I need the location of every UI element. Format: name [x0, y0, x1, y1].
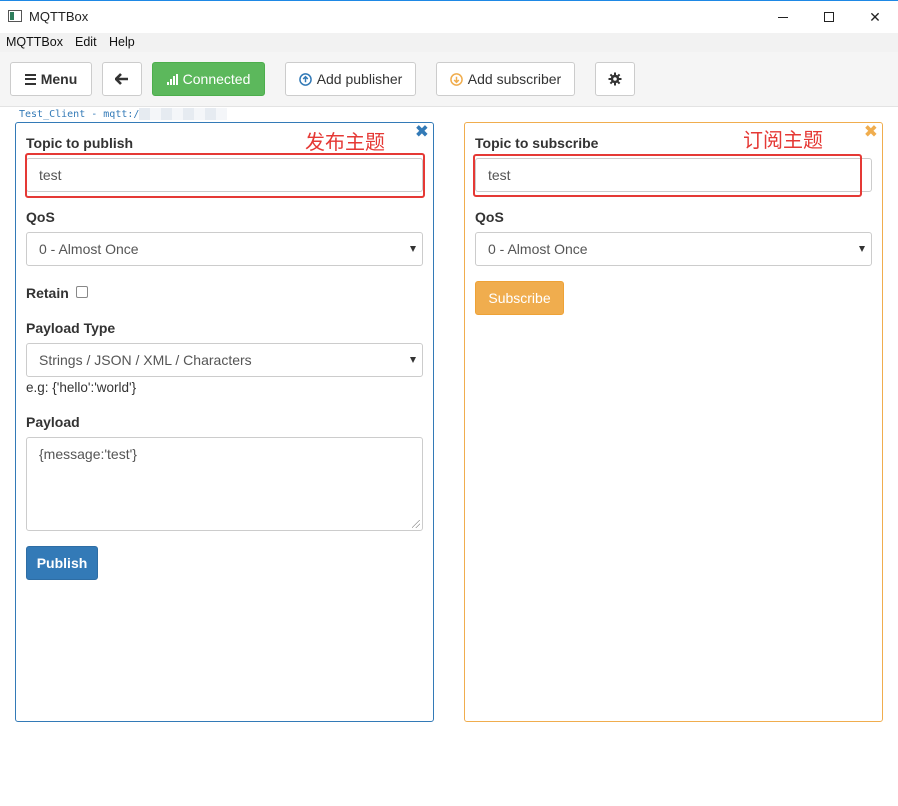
resize-grip-icon[interactable] — [412, 520, 420, 528]
add-subscriber-label: Add subscriber — [467, 71, 562, 87]
payload-label: Payload — [26, 414, 80, 430]
window-title: MQTTBox — [29, 9, 89, 24]
payload-type-value: Strings / JSON / XML / Characters — [39, 352, 252, 368]
toolbar: Menu Connected Add publisher Add subscri… — [0, 52, 898, 107]
menu-bar: MQTTBox Edit Help — [0, 33, 898, 52]
signal-icon — [166, 73, 178, 85]
arrow-circle-down-icon — [449, 72, 463, 86]
arrow-circle-up-icon — [298, 72, 312, 86]
menu-button-label: Menu — [40, 71, 78, 87]
add-publisher-button[interactable]: Add publisher — [285, 62, 416, 96]
menu-button[interactable]: Menu — [10, 62, 92, 96]
caret-down-icon — [410, 246, 416, 252]
bars-icon — [24, 73, 36, 85]
back-button[interactable] — [102, 62, 142, 96]
publish-qos-value: 0 - Almost Once — [39, 241, 139, 257]
close-subscriber-icon[interactable]: ✖ — [864, 122, 878, 142]
arrow-left-icon — [115, 73, 128, 85]
payload-type-select[interactable]: Strings / JSON / XML / Characters — [26, 343, 423, 377]
publish-qos-label: QoS — [26, 209, 55, 225]
subscribe-qos-value: 0 - Almost Once — [488, 241, 588, 257]
payload-hint: e.g: {'hello':'world'} — [26, 380, 137, 395]
payload-value: {message:'test'} — [39, 446, 137, 462]
app-icon — [8, 10, 22, 22]
publish-button[interactable]: Publish — [26, 546, 98, 580]
subscribe-qos-select[interactable]: 0 - Almost Once — [475, 232, 872, 266]
payload-type-label: Payload Type — [26, 320, 116, 336]
publish-qos-select[interactable]: 0 - Almost Once — [26, 232, 423, 266]
connected-button[interactable]: Connected — [152, 62, 265, 96]
menu-item-edit[interactable]: Edit — [75, 35, 97, 49]
caret-down-icon — [859, 246, 865, 252]
subscribe-topic-label: Topic to subscribe — [475, 135, 599, 151]
subscribe-topic-annotation: 订阅主题 — [743, 128, 823, 152]
retain-label: Retain — [26, 285, 69, 301]
publish-topic-annotation: 发布主题 — [305, 130, 385, 154]
redacted-host — [139, 108, 228, 120]
window-titlebar: MQTTBox ✕ — [0, 0, 898, 33]
subscribe-button[interactable]: Subscribe — [475, 281, 564, 315]
client-connection-label: Test_Client - mqtt:/ — [17, 107, 230, 123]
publisher-panel: ✖ Topic to publish test QoS 0 - Almost O… — [15, 122, 434, 722]
payload-textarea[interactable]: {message:'test'} — [26, 437, 423, 531]
settings-button[interactable] — [595, 62, 635, 96]
close-publisher-icon[interactable]: ✖ — [415, 122, 429, 142]
subscriber-panel: ✖ Topic to subscribe test QoS 0 - Almost… — [464, 122, 883, 722]
add-subscriber-button[interactable]: Add subscriber — [436, 62, 575, 96]
subscribe-topic-highlight — [473, 154, 862, 197]
maximize-button[interactable] — [806, 1, 852, 33]
minimize-button[interactable] — [760, 1, 806, 33]
gear-icon — [608, 72, 622, 86]
menu-item-help[interactable]: Help — [109, 35, 135, 49]
minimize-icon — [778, 16, 788, 18]
caret-down-icon — [410, 357, 416, 363]
connected-label: Connected — [182, 71, 251, 87]
publish-topic-label: Topic to publish — [26, 135, 134, 151]
retain-checkbox[interactable] — [76, 286, 88, 298]
menu-item-mqttbox[interactable]: MQTTBox — [6, 35, 63, 49]
add-publisher-label: Add publisher — [316, 71, 403, 87]
publish-topic-highlight — [25, 153, 425, 198]
close-window-button[interactable]: ✕ — [852, 1, 898, 33]
maximize-icon — [824, 12, 834, 22]
subscribe-qos-label: QoS — [475, 209, 504, 225]
client-name: Test_Client - mqtt:/ — [19, 109, 140, 120]
